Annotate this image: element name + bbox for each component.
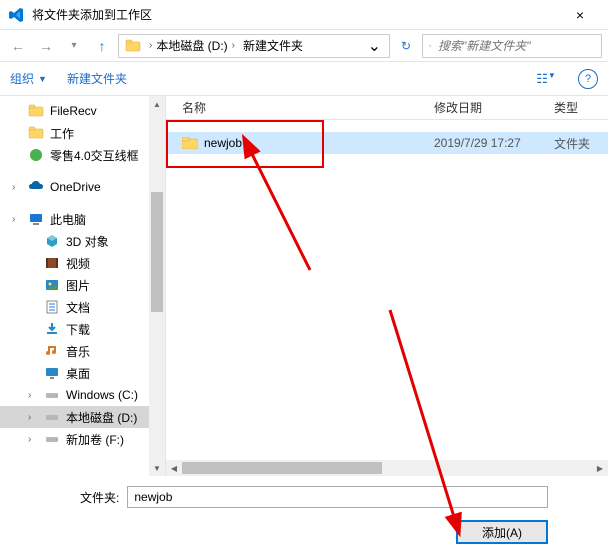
scrollbar-thumb[interactable] [151,192,163,312]
sidebar-item[interactable]: 桌面 [0,362,165,384]
sidebar-item[interactable]: › OneDrive [0,176,165,198]
drive-icon [44,387,60,403]
sidebar-item-label: 3D 对象 [66,233,109,250]
sidebar-item[interactable]: › Windows (C:) [0,384,165,406]
folder-icon [28,125,44,141]
column-type-header[interactable]: 类型 [546,99,608,116]
column-header-row: 名称 修改日期 类型 [166,96,608,120]
sidebar-item-label: 零售4.0交互线框 [50,147,139,164]
drive-icon [44,409,60,425]
file-row[interactable]: newjob 2019/7/29 17:27 文件夹 [166,132,608,154]
sidebar-item[interactable]: 工作 [0,122,165,144]
sidebar-item-label: FileRecv [50,104,97,118]
sidebar-item[interactable]: 文档 [0,296,165,318]
chevron-right-icon: › [28,412,31,423]
sidebar-item[interactable]: FileRecv [0,100,165,122]
chevron-right-icon: › [28,434,31,445]
folder-field-label: 文件夹: [80,489,119,506]
sidebar-item-label: 视频 [66,255,90,272]
chevron-right-icon: › [149,40,152,51]
column-date-header[interactable]: 修改日期 [426,99,546,116]
sidebar-item-label: OneDrive [50,180,101,194]
add-button[interactable]: 添加(A) [456,520,548,544]
folder-icon [182,137,198,149]
file-type: 文件夹 [546,135,608,152]
nav-forward-button: → [34,34,58,58]
sidebar: FileRecv 工作零售4.0交互线框 › OneDrive › 此电脑 3D 对象视频图… [0,96,165,476]
path-segment[interactable]: 本地磁盘 (D:) [156,37,227,54]
path-segment[interactable]: 新建文件夹 [243,37,303,54]
sidebar-item-label: 新加卷 (F:) [66,431,124,448]
chevron-right-icon: › [12,214,15,225]
sidebar-item[interactable]: 下载 [0,318,165,340]
refresh-button[interactable]: ↻ [394,39,418,53]
sidebar-item-label: 图片 [66,277,90,294]
sidebar-item-label: 本地磁盘 (D:) [66,409,137,426]
docs-icon [44,299,60,315]
view-mode-button[interactable]: ☷ ▼ [534,71,558,87]
music-icon [44,343,60,359]
path-dropdown-button[interactable]: ⌄ [362,36,387,56]
sidebar-item-label: 桌面 [66,365,90,382]
sidebar-item-label: Windows (C:) [66,388,138,402]
nav-up-button[interactable]: ↑ [90,34,114,58]
file-name: newjob [204,136,242,150]
sidebar-item[interactable]: 图片 [0,274,165,296]
sidebar-item[interactable]: 零售4.0交互线框 [0,144,165,166]
folder-name-input[interactable] [127,486,548,508]
desktop-icon [44,365,60,381]
sidebar-item-label: 音乐 [66,343,90,360]
search-input[interactable] [438,39,595,53]
help-button[interactable]: ? [578,69,598,89]
chevron-right-icon: › [12,182,15,193]
download-icon [44,321,60,337]
sidebar-item-label: 文档 [66,299,90,316]
scrollbar-thumb[interactable] [182,462,382,474]
sidebar-item-label: 工作 [50,125,74,142]
nav-recent-button[interactable]: ▾ [62,34,86,58]
sidebar-item[interactable]: › 新加卷 (F:) [0,428,165,450]
sidebar-item[interactable]: 视频 [0,252,165,274]
sidebar-item[interactable]: 音乐 [0,340,165,362]
sidebar-item[interactable]: 3D 对象 [0,230,165,252]
organize-button[interactable]: 组织 ▼ [10,70,47,87]
sidebar-item[interactable]: › 此电脑 [0,208,165,230]
video-icon [44,255,60,271]
file-date: 2019/7/29 17:27 [426,136,546,150]
chevron-right-icon: › [232,40,235,51]
onedrive-icon [28,179,44,195]
search-icon [429,40,432,52]
window-title: 将文件夹添加到工作区 [32,6,560,23]
folder-icon [125,38,141,54]
green-circle-icon [28,147,44,163]
3d-icon [44,233,60,249]
sidebar-item-label: 此电脑 [50,211,86,228]
column-name-header[interactable]: 名称 [166,99,426,116]
path-bar[interactable]: › 本地磁盘 (D:) › 新建文件夹 ⌄ [118,34,390,58]
content-scrollbar[interactable]: ◀ ▶ [166,460,608,476]
file-list: newjob 2019/7/29 17:27 文件夹 [166,120,608,460]
pc-icon [28,211,44,227]
pictures-icon [44,277,60,293]
sidebar-item-label: 下载 [66,321,90,338]
sidebar-item[interactable]: › 本地磁盘 (D:) [0,406,165,428]
close-button[interactable]: × [560,7,600,23]
drive-icon [44,431,60,447]
search-box[interactable] [422,34,602,58]
sidebar-scrollbar[interactable]: ▲ ▼ [149,96,165,476]
chevron-right-icon: › [28,390,31,401]
vscode-icon [8,7,24,23]
new-folder-button[interactable]: 新建文件夹 [67,70,127,87]
folder-icon [28,103,44,119]
nav-back-button[interactable]: ← [6,34,30,58]
